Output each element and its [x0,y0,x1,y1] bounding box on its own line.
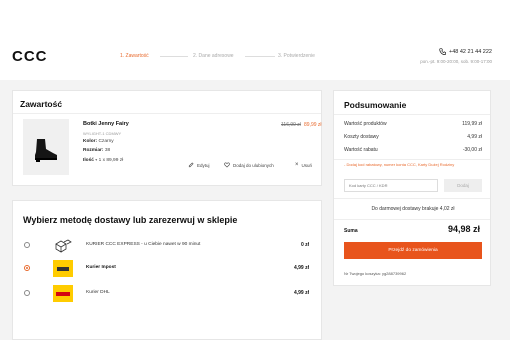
pencil-icon [188,162,194,168]
promo-code-input[interactable] [344,179,438,192]
divider [13,113,321,114]
favorites-label: Dodaj do ulubionych [233,162,274,168]
step-divider [160,56,188,57]
delivery-option-name: Kurier DHL [86,290,110,295]
phone-number: +48 42 21 44 222 [449,48,492,55]
delivery-option-ccc-express[interactable]: KURIER CCC EXPRESS - u Ciebie nawet w 90… [13,236,323,256]
summary-card: Podsumowanie Wartość produktów 119,99 zł… [333,90,491,286]
divider [334,198,490,199]
summary-label: Wartość rabatu [344,147,378,153]
delivery-card: Wybierz metodę dostawy lub zarezerwuj w … [12,200,322,340]
contact-info: +48 42 21 44 222 pon.-pt. 9:00-20:00, so… [420,48,492,64]
product-code: WYLIGHT-1 CDMWY [83,131,122,136]
add-to-favorites-button[interactable]: Dodaj do ulubionych [224,162,274,168]
product-name[interactable]: Botki Jenny Fairy [83,121,129,127]
ccc-logo[interactable]: CCC [12,48,48,65]
step-content: 1. Zawartość [120,53,149,59]
edit-button[interactable]: Edytuj [188,162,210,168]
phone-row[interactable]: +48 42 21 44 222 [420,48,492,55]
divider [334,159,490,160]
step-divider [245,56,275,57]
divider [334,114,490,115]
apply-promo-button[interactable]: Dodaj [444,179,482,192]
summary-label: Koszty dostawy [344,134,379,140]
radio-button[interactable] [24,290,30,296]
step-confirmation: 3. Potwierdzenie [278,53,315,59]
edit-label: Edytuj [197,162,210,168]
delivery-title: Wybierz metodę dostawy lub zarezerwuj w … [23,215,238,225]
delivery-option-dhl[interactable]: Kurier DHL 4,99 zł [13,284,323,304]
product-color: Kolor: Czarny [83,139,114,144]
summary-title: Podsumowanie [344,100,407,110]
cart-card: Zawartość Botki Jenny Fairy WYLIGHT-1 CD… [12,90,322,186]
color-value: Czarny [98,139,114,144]
total-value: 94,98 zł [447,224,480,234]
inpost-logo [53,260,73,277]
cart-title: Zawartość [20,99,63,109]
summary-value: 4,99 zł [467,134,482,140]
dhl-logo [53,285,73,302]
size-label: Rozmiar: [83,148,104,153]
summary-value: 119,99 zł [462,121,482,127]
summary-row-discount: Wartość rabatu -30,00 zł [344,147,482,155]
delivery-option-price: 0 zł [300,242,309,248]
heart-icon [224,162,230,168]
boxes-icon [53,237,73,254]
step-address: 2. Dane adresowe [193,53,234,59]
radio-button-selected[interactable] [24,265,30,271]
sale-price: 89,99 zł [304,122,322,128]
total-label: Suma [344,228,358,234]
cart-number: Nr Twojego koszyka: yg288739962 [344,271,407,276]
opening-hours: pon.-pt. 9:00-20:00, sob. 9:00-17:00 [420,59,492,64]
delivery-option-name: KURIER CCC EXPRESS - u Ciebie nawet w 90… [86,242,201,247]
delivery-option-price: 4,99 zł [293,265,309,271]
checkout-button[interactable]: Przejdź do zamówienia [344,242,482,259]
color-label: Kolor: [83,139,98,144]
product-size: Rozmiar: 38 [83,148,110,153]
item-actions: Edytuj Dodaj do ulubionych × Usuń [13,162,323,170]
old-price: 116,99 zł [281,122,301,128]
divider [334,219,490,220]
remove-button[interactable]: × Usuń [295,162,312,168]
promo-code-link[interactable]: - Dodaj kod rabatowy, numer konta CCC, K… [344,162,482,168]
radio-button[interactable] [24,242,30,248]
remove-label: Usuń [301,162,313,168]
summary-value: -30,00 zł [462,147,482,153]
summary-row-products: Wartość produktów 119,99 zł [344,121,482,129]
phone-icon [439,48,447,55]
delivery-option-name: Kurier Inpost [86,265,116,270]
delivery-option-price: 4,99 zł [293,290,309,296]
summary-label: Wartość produktów [344,121,387,127]
close-icon: × [295,162,299,168]
summary-row-shipping: Koszty dostawy 4,99 zł [344,134,482,142]
delivery-option-inpost[interactable]: Kurier Inpost 4,99 zł [13,259,323,279]
size-value: 38 [104,148,111,153]
checkout-steps: 1. Zawartość 2. Dane adresowe 3. Potwier… [120,53,340,63]
free-shipping-info: Do darmowej dostawy brakuje 4,02 zł [371,206,455,212]
top-bar: CCC 1. Zawartość 2. Dane adresowe 3. Pot… [0,0,510,80]
